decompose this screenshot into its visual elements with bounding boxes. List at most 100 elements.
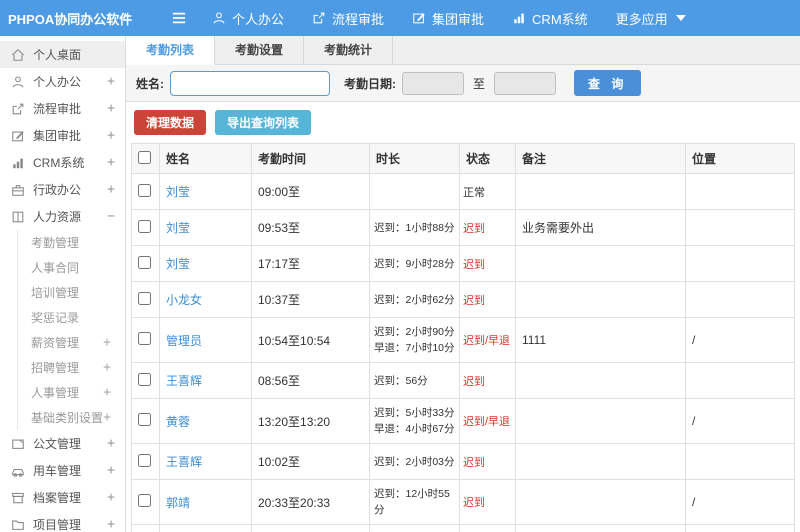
sidebar-item-project-management[interactable]: 项目管理 + [0, 511, 125, 532]
employee-name-link[interactable]: 刘莹 [166, 185, 190, 199]
employee-name-link[interactable]: 王喜辉 [166, 374, 202, 388]
duration-cell [369, 173, 460, 210]
project-icon [11, 518, 25, 532]
filter-bar: 姓名: 考勤日期: 至 查 询 [126, 65, 800, 102]
employee-name-link[interactable]: 刘莹 [166, 221, 190, 235]
date-to-input[interactable] [494, 71, 557, 95]
location-cell: / [685, 398, 795, 444]
nav-item-more-apps[interactable]: 更多应用 [616, 9, 686, 28]
employee-name-link[interactable]: 王喜辉 [166, 455, 202, 469]
employee-name-link[interactable]: 黄蓉 [166, 415, 190, 429]
nav-item-crm-system[interactable]: CRM系统 [512, 9, 588, 28]
row-checkbox-cell [131, 281, 160, 318]
sidebar-item-label: 个人桌面 [33, 48, 82, 62]
employee-name-link[interactable]: 小龙女 [166, 293, 202, 307]
expand-plus-icon: + [107, 155, 115, 170]
clean-data-button[interactable]: 清理数据 [134, 110, 207, 135]
duration-cell: 迟到：2小时62分 [369, 281, 460, 318]
tab-attendance-setup[interactable]: 考勤设置 [215, 36, 305, 64]
sidebar-subitem-personnel-contract[interactable]: 人事合同 [18, 255, 125, 280]
status-badge: 迟到 [463, 456, 485, 469]
name-input[interactable] [170, 70, 330, 96]
top-nav: 个人办公 流程审批 集团审批 CRM系统 更多应用 [212, 9, 686, 28]
status-cell: 正常 [459, 173, 516, 210]
expand-plus-icon: + [107, 463, 115, 478]
row-checkbox-cell [131, 398, 160, 444]
sidebar-subitem-training-management[interactable]: 培训管理 [18, 280, 125, 305]
row-checkbox[interactable] [138, 332, 151, 345]
sidebar-subitem-attendance-management[interactable]: 考勤管理 [18, 230, 125, 255]
sidebar-subitem-reward-punishment[interactable]: 奖惩记录 [18, 305, 125, 330]
duration-cell: 迟到：2小时03分 [369, 443, 460, 480]
nav-item-workflow-approval[interactable]: 流程审批 [312, 9, 384, 28]
sidebar-item-human-resources[interactable]: 人力资源 − [0, 203, 125, 230]
date-label: 考勤日期: [344, 76, 396, 91]
sidebar: 个人桌面 个人办公 + 流程审批 + 集团审批 + CRM系统 + 行政办公 + 人力资源 − 考勤管理人… [0, 36, 126, 532]
sidebar-subitem-label: 人事管理 [31, 386, 80, 400]
note-cell [515, 443, 686, 480]
tab-attendance-list[interactable]: 考勤列表 [126, 36, 216, 65]
status-cell: 迟到/早退 [459, 398, 516, 444]
status-cell: 迟到 [459, 209, 516, 246]
edit-icon [11, 129, 25, 143]
doc-icon [11, 437, 25, 451]
sidebar-subitem-personnel-management[interactable]: 人事管理 + [18, 380, 125, 405]
duration-line: 迟到：2小时90分 [374, 326, 455, 338]
row-checkbox[interactable] [138, 494, 151, 507]
sidebar-item-admin-office[interactable]: 行政办公 + [0, 176, 125, 203]
attendance-time-cell: 08:56至 [251, 362, 370, 399]
sidebar-subitem-base-category-settings[interactable]: 基础类别设置 + [18, 405, 125, 430]
briefcase-icon [11, 183, 25, 197]
row-checkbox[interactable] [138, 453, 151, 467]
row-checkbox[interactable] [138, 413, 151, 426]
table-row: 黄蓉 13:20至13:20 迟到：5小时33分 早退：4小时67分 迟到/早退 / [131, 398, 795, 444]
row-checkbox[interactable] [138, 291, 151, 305]
attendance-time-cell: 10:54至10:54 [251, 317, 370, 363]
row-checkbox-cell [131, 362, 160, 399]
attendance-time-cell: 10:02至 [251, 443, 370, 480]
employee-name-link[interactable]: 郭靖 [166, 496, 190, 510]
sidebar-item-archive-management[interactable]: 档案管理 + [0, 484, 125, 511]
table-row: 王喜辉 08:56至 迟到：56分 迟到 [131, 362, 795, 399]
sidebar-item-crm-system[interactable]: CRM系统 + [0, 149, 125, 176]
note-cell [515, 173, 686, 210]
expand-plus-icon: + [103, 335, 111, 350]
duration-cell: 迟到：9小时28分 [369, 245, 460, 282]
employee-name-link[interactable]: 刘莹 [166, 257, 190, 271]
sidebar-item-personal-office[interactable]: 个人办公 + [0, 68, 125, 95]
sidebar-item-label: CRM系统 [33, 156, 85, 170]
sidebar-subitem-salary-management[interactable]: 薪资管理 + [18, 330, 125, 355]
sidebar-item-desktop[interactable]: 个人桌面 [0, 41, 125, 68]
note-cell [515, 281, 686, 318]
status-cell: 迟到 [459, 524, 516, 532]
sidebar-item-workflow-approval[interactable]: 流程审批 + [0, 95, 125, 122]
sidebar-subitem-recruitment-management[interactable]: 招聘管理 + [18, 355, 125, 380]
car-icon [11, 464, 25, 478]
nav-item-personal-office[interactable]: 个人办公 [212, 9, 284, 28]
user-icon [212, 11, 226, 25]
select-all-checkbox[interactable] [138, 150, 151, 164]
date-to-label: 至 [473, 76, 486, 91]
duration-cell: 迟到：12小时55分 [369, 479, 460, 525]
tab-attendance-stats[interactable]: 考勤统计 [304, 36, 394, 64]
employee-name-link[interactable]: 管理员 [166, 334, 202, 348]
duration-cell: 迟到：2小时90分 早退：7小时10分 [369, 317, 460, 363]
sidebar-item-document-management[interactable]: 公文管理 + [0, 430, 125, 457]
export-list-button[interactable]: 导出查询列表 [215, 110, 312, 135]
sidebar-item-vehicle-management[interactable]: 用车管理 + [0, 457, 125, 484]
date-from-input[interactable] [402, 71, 464, 95]
row-checkbox[interactable] [138, 372, 151, 386]
search-button[interactable]: 查 询 [574, 70, 642, 96]
nav-item-group-approval[interactable]: 集团审批 [412, 9, 484, 28]
status-badge: 迟到 [463, 497, 485, 509]
sidebar-item-group-approval[interactable]: 集团审批 + [0, 122, 125, 149]
row-checkbox[interactable] [138, 255, 151, 269]
sidebar-item-label: 集团审批 [33, 129, 82, 143]
row-checkbox-cell [131, 245, 160, 282]
sidebar-item-label: 用车管理 [33, 464, 82, 478]
row-checkbox[interactable] [138, 219, 151, 233]
row-checkbox[interactable] [138, 183, 151, 197]
menu-toggle-button[interactable] [170, 11, 188, 25]
name-label: 姓名: [136, 76, 164, 91]
location-cell: / [685, 317, 795, 363]
